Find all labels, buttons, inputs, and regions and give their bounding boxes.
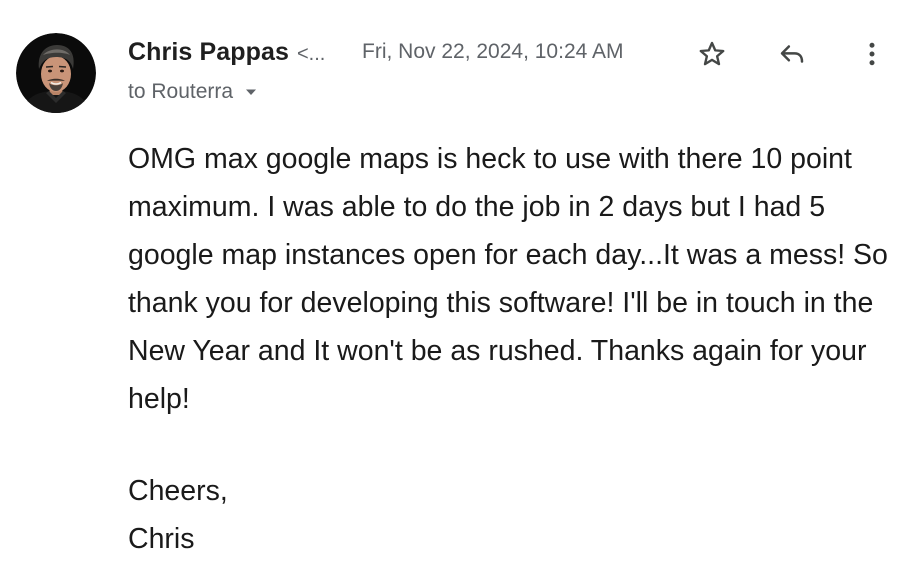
caret-down-icon [246,89,257,95]
message-date: Fri, Nov 22, 2024, 10:24 AM [362,40,624,63]
email-message: Chris Pappas <... Fri, Nov 22, 2024, 10:… [0,0,910,586]
recipient-details-toggle[interactable] [243,84,259,100]
message-paragraph: OMG max google maps is heck to use with … [128,143,888,415]
avatar[interactable] [16,33,96,113]
message-body: OMG max google maps is heck to use with … [128,135,898,423]
more-vert-icon [869,42,875,66]
sender-email[interactable]: <... [297,43,325,66]
message-signoff: Cheers, Chris [128,467,228,563]
star-outline-icon [699,41,725,66]
recipient-label: to Routerra [128,80,234,103]
signature: Chris [128,523,195,555]
sender-name[interactable]: Chris Pappas [128,38,289,67]
more-options-button[interactable] [850,32,894,76]
reply-button[interactable] [770,32,814,76]
sender-line: Chris Pappas <... [128,38,325,68]
recipient-details: to Routerra [128,80,259,104]
profile-photo-icon [16,33,96,113]
closing-line: Cheers, [128,475,228,507]
star-button[interactable] [690,32,734,76]
reply-icon [780,45,804,63]
